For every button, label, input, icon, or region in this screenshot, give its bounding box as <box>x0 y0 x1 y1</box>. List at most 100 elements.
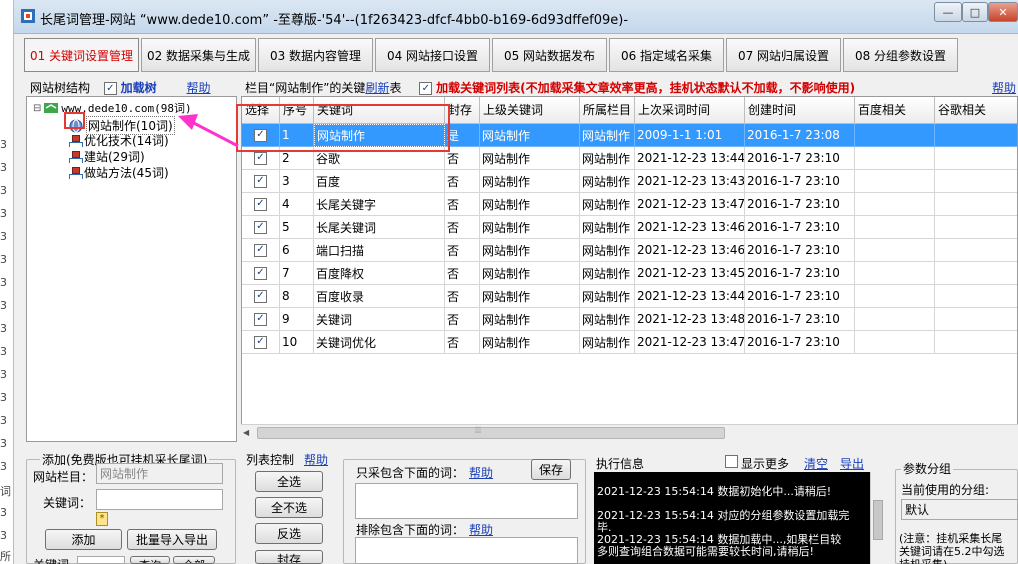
include-words-textarea[interactable] <box>355 483 578 519</box>
pointer-arrow-icon <box>178 114 239 148</box>
refresh-link[interactable]: 刷新 <box>365 81 389 95</box>
cell-google <box>935 147 1017 170</box>
site-tree-title: 网站树结构 <box>30 81 91 95</box>
column-header-parent[interactable]: 上级关键词 <box>480 97 580 124</box>
app-icon <box>21 9 35 23</box>
tab-ownership[interactable]: 07 网站归属设置 <box>726 38 841 72</box>
row-checkbox[interactable]: ✓ <box>242 239 280 262</box>
cell-last-collect: 2021-12-23 13:45 <box>635 262 745 285</box>
row-checkbox[interactable]: ✓ <box>242 285 280 308</box>
load-keywords-checkbox[interactable]: ✓ <box>419 82 433 95</box>
tree-item-label[interactable]: 优化技术(14词) <box>84 132 169 149</box>
invert-selection-button[interactable]: 反选 <box>255 523 323 544</box>
tree-root[interactable]: ⊟ www.dede10.com(98词) <box>33 100 192 116</box>
row-select-checkbox[interactable]: ✓ <box>254 243 267 257</box>
exclude-help-link[interactable]: 帮助 <box>469 521 493 538</box>
tree-item[interactable]: 优化技术(14词) <box>69 132 169 149</box>
load-tree-label[interactable]: 加载树 <box>121 81 157 95</box>
select-all-button[interactable]: 全选 <box>255 471 323 492</box>
keyword-input[interactable] <box>96 489 223 510</box>
row-checkbox[interactable]: ✓ <box>242 216 280 239</box>
row-select-checkbox[interactable]: ✓ <box>254 220 267 234</box>
column-header-baidu[interactable]: 百度相关 <box>855 97 935 124</box>
tree-item[interactable]: 建站(29词) <box>69 148 145 165</box>
collapse-icon[interactable]: ⊟ <box>33 103 41 114</box>
save-button[interactable]: 保存 <box>531 459 571 480</box>
column-header-google[interactable]: 谷歌相关 <box>935 97 1017 124</box>
current-group-field[interactable]: 默认 <box>901 499 1018 520</box>
cell-google <box>935 216 1017 239</box>
load-tree-checkbox[interactable]: ✓ <box>103 82 117 95</box>
tab-content-management[interactable]: 03 数据内容管理 <box>258 38 373 72</box>
row-select-checkbox[interactable]: ✓ <box>254 174 267 188</box>
all-button[interactable]: 全部 <box>173 556 215 564</box>
cell-no: 3 <box>280 170 314 193</box>
column-header-created[interactable]: 创建时间 <box>745 97 855 124</box>
tree-item[interactable]: 做站方法(45词) <box>69 164 169 181</box>
row-select-checkbox[interactable]: ✓ <box>254 197 267 211</box>
column-field[interactable]: 网站制作 <box>96 463 223 484</box>
execution-log[interactable]: 2021-12-23 15:54:14 数据初始化中...请稍后! 2021-1… <box>594 472 885 564</box>
tab-data-collection[interactable]: 02 数据采集与生成 <box>141 38 256 72</box>
left-help-link[interactable]: 帮助 <box>187 81 211 95</box>
cell-no: 7 <box>280 262 314 285</box>
exclude-words-textarea[interactable] <box>355 537 578 564</box>
list-control-help-link[interactable]: 帮助 <box>304 451 328 468</box>
row-select-checkbox[interactable]: ✓ <box>254 289 267 303</box>
query-button[interactable]: 查询 <box>130 556 170 564</box>
horizontal-scrollbar[interactable]: ◀ ⦙⦙⦙ <box>241 424 1018 441</box>
cell-sealed: 否 <box>445 193 480 216</box>
cell-category: 网站制作 <box>580 308 635 331</box>
keyword-search-input[interactable] <box>77 556 125 564</box>
tree-item-label[interactable]: 做站方法(45词) <box>84 164 169 181</box>
cell-category: 网站制作 <box>580 216 635 239</box>
grid-header-suffix: 表 <box>389 81 402 95</box>
export-log-link[interactable]: 导出 <box>840 455 864 472</box>
tab-group-params[interactable]: 08 分组参数设置 <box>843 38 958 72</box>
grid-help-link[interactable]: 帮助 <box>992 79 1016 96</box>
scroll-thumb[interactable] <box>257 427 725 439</box>
row-checkbox[interactable]: ✓ <box>242 262 280 285</box>
cell-google <box>935 170 1017 193</box>
column-header-last-collect[interactable]: 上次采词时间 <box>635 97 745 124</box>
cell-sealed: 否 <box>445 216 480 239</box>
tab-publish[interactable]: 05 网站数据发布 <box>492 38 607 72</box>
cell-category: 网站制作 <box>580 147 635 170</box>
log-scroll-thumb[interactable] <box>873 500 883 540</box>
add-button[interactable]: 添加 <box>45 529 122 550</box>
minimize-button[interactable]: — <box>934 2 962 22</box>
bg-number: 3 <box>0 276 7 289</box>
column-header-sealed[interactable]: 封存 <box>445 97 480 124</box>
cell-parent: 网站制作 <box>480 193 580 216</box>
tab-api-settings[interactable]: 04 网站接口设置 <box>375 38 490 72</box>
globe-icon <box>44 103 59 113</box>
batch-import-export-button[interactable]: 批量导入导出 <box>127 529 217 550</box>
tree-item-label[interactable]: 建站(29词) <box>84 148 145 165</box>
select-none-button[interactable]: 全不选 <box>255 497 323 518</box>
cell-parent: 网站制作 <box>480 216 580 239</box>
close-button[interactable]: ✕ <box>988 2 1018 22</box>
scroll-left-icon[interactable]: ◀ <box>243 428 249 437</box>
clear-log-link[interactable]: 清空 <box>804 455 828 472</box>
tab-domain-collection[interactable]: 06 指定域名采集 <box>609 38 724 72</box>
tab-keyword-settings[interactable]: 01 关键词设置管理 <box>24 38 139 72</box>
maximize-button[interactable]: □ <box>962 2 988 22</box>
include-help-link[interactable]: 帮助 <box>469 464 493 481</box>
row-checkbox[interactable]: ✓ <box>242 170 280 193</box>
log-scrollbar[interactable] <box>870 472 885 564</box>
show-more-label[interactable]: 显示更多 <box>741 455 789 472</box>
row-checkbox[interactable]: ✓ <box>242 193 280 216</box>
row-select-checkbox[interactable]: ✓ <box>254 151 267 165</box>
row-checkbox[interactable]: ✓ <box>242 331 280 354</box>
seal-button[interactable]: 封存 <box>255 550 323 564</box>
cell-sealed: 是 <box>445 124 480 147</box>
column-header-category[interactable]: 所属栏目 <box>580 97 635 124</box>
load-keywords-label[interactable]: 加载关键词列表 <box>436 81 520 95</box>
show-more-checkbox[interactable] <box>725 455 738 468</box>
row-checkbox[interactable]: ✓ <box>242 308 280 331</box>
row-select-checkbox[interactable]: ✓ <box>254 335 267 349</box>
row-select-checkbox[interactable]: ✓ <box>254 312 267 326</box>
cell-no: 5 <box>280 216 314 239</box>
row-select-checkbox[interactable]: ✓ <box>254 266 267 280</box>
include-words-label: 只采包含下面的词： <box>356 466 465 480</box>
